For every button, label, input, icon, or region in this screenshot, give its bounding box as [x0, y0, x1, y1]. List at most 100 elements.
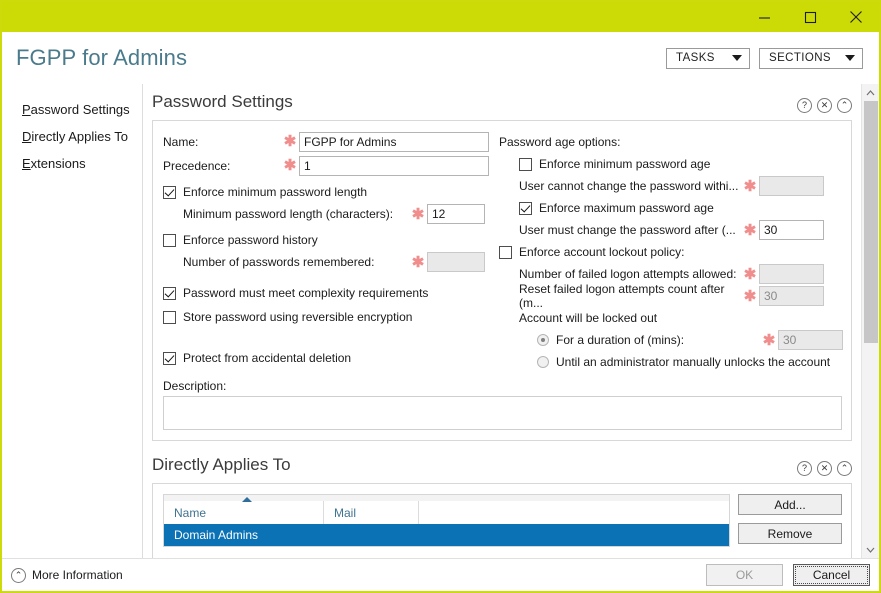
max-age-label: User must change the password after (...	[519, 223, 736, 237]
sort-ascending-icon	[242, 497, 252, 502]
add-button[interactable]: Add...	[738, 494, 842, 515]
required-asterisk-icon: ✱	[743, 177, 757, 195]
more-information-button[interactable]: ⌃ More Information	[2, 567, 123, 583]
tasks-dropdown-button[interactable]: TASKS	[666, 47, 750, 69]
until-admin-radio-row[interactable]: Until an administrator manually unlocks …	[499, 351, 843, 373]
name-label: Name:	[163, 134, 199, 149]
title-bar	[2, 2, 879, 32]
sidebar-item-accel: D	[22, 129, 32, 144]
enforce-max-age-label: Enforce maximum password age	[539, 201, 714, 215]
precedence-label: Precedence:	[163, 158, 231, 173]
maximize-icon[interactable]	[787, 2, 833, 32]
collapse-icon[interactable]: ⌃	[837, 98, 852, 113]
min-length-input[interactable]: 12	[427, 204, 485, 224]
sidebar-item-label: assword Settings	[30, 102, 130, 117]
tasks-label: TASKS	[676, 52, 715, 64]
vertical-scrollbar[interactable]	[861, 84, 879, 558]
required-asterisk-icon: ✱	[283, 133, 297, 150]
name-input[interactable]: FGPP for Admins	[299, 131, 489, 152]
remove-button[interactable]: Remove	[738, 523, 842, 544]
column-header-label: Name	[174, 505, 207, 520]
enforce-min-length-row[interactable]: Enforce minimum password length	[163, 181, 490, 203]
precedence-row: Precedence: ✱ 1	[163, 155, 490, 176]
scrollbar-track[interactable]	[862, 101, 879, 541]
reset-count-input: 30	[759, 286, 824, 306]
chevron-down-icon	[845, 55, 855, 61]
column-header-name[interactable]: Name	[164, 497, 324, 524]
description-input[interactable]	[163, 396, 842, 430]
table-row[interactable]: Domain Admins	[164, 524, 729, 546]
checkbox-icon[interactable]	[163, 286, 176, 300]
collapse-icon: ⌃	[11, 567, 26, 583]
applies-to-grid: Name Mail Domain Admins	[163, 497, 730, 547]
scrollbar-thumb[interactable]	[864, 101, 878, 343]
scroll-down-icon[interactable]	[862, 541, 879, 558]
checkbox-icon[interactable]	[163, 233, 176, 247]
sidebar: Password Settings Directly Applies To Ex…	[2, 84, 143, 558]
radio-icon[interactable]	[537, 334, 549, 346]
footer-bar: ⌃ More Information OK Cancel	[2, 558, 879, 591]
checkbox-icon[interactable]	[519, 157, 532, 171]
enforce-history-row[interactable]: Enforce password history	[163, 229, 490, 251]
max-age-input[interactable]: 30	[759, 220, 824, 240]
required-asterisk-icon: ✱	[743, 265, 757, 283]
directly-applies-to-panel: Name Mail Domain Admins Add... Remove	[152, 483, 852, 558]
help-icon[interactable]: ?	[797, 98, 812, 113]
enforce-min-age-row[interactable]: Enforce minimum password age	[499, 153, 843, 175]
complexity-row[interactable]: Password must meet complexity requiremen…	[163, 282, 490, 304]
scroll-up-icon[interactable]	[862, 84, 879, 101]
history-count-label: Number of passwords remembered:	[183, 255, 375, 269]
cancel-button[interactable]: Cancel	[793, 564, 870, 586]
sections-label: SECTIONS	[769, 52, 831, 64]
close-icon[interactable]: ✕	[817, 98, 832, 113]
sidebar-item-accel: P	[22, 102, 31, 117]
section-title: Password Settings	[152, 92, 293, 111]
chevron-down-icon	[732, 55, 742, 61]
ok-button[interactable]: OK	[706, 564, 783, 586]
close-icon[interactable]	[833, 2, 879, 32]
password-settings-right-column: Password age options: Enforce minimum pa…	[490, 131, 851, 373]
protect-deletion-row[interactable]: Protect from accidental deletion	[163, 347, 490, 369]
history-count-input	[427, 252, 485, 272]
content-area: Password Settings ? ✕ ⌃ Name: ✱ FGPP for…	[144, 84, 860, 558]
checkbox-icon[interactable]	[499, 245, 512, 259]
locked-out-row: Account will be locked out	[499, 307, 843, 329]
enforce-max-age-row[interactable]: Enforce maximum password age	[499, 197, 843, 219]
checkbox-icon[interactable]	[163, 310, 176, 324]
history-count-row: Number of passwords remembered: ✱	[163, 251, 490, 273]
min-age-row: User cannot change the password withi...…	[499, 175, 843, 197]
reversible-encryption-row[interactable]: Store password using reversible encrypti…	[163, 306, 490, 328]
radio-icon[interactable]	[537, 356, 549, 368]
minimize-icon[interactable]	[741, 2, 787, 32]
duration-radio-row[interactable]: For a duration of (mins): ✱ 30	[499, 329, 843, 351]
checkbox-icon[interactable]	[163, 185, 176, 199]
duration-input: 30	[778, 330, 843, 350]
section-icons: ? ✕ ⌃	[797, 92, 852, 113]
locked-out-label: Account will be locked out	[519, 311, 658, 325]
lockout-policy-row[interactable]: Enforce account lockout policy:	[499, 241, 843, 263]
enforce-min-age-label: Enforce minimum password age	[539, 157, 711, 171]
complexity-label: Password must meet complexity requiremen…	[183, 286, 429, 300]
footer-buttons: OK Cancel	[706, 564, 870, 586]
sidebar-item-label: xtensions	[30, 156, 86, 171]
sidebar-item-password-settings[interactable]: Password Settings	[2, 96, 142, 123]
help-icon[interactable]: ?	[797, 461, 812, 476]
sidebar-item-extensions[interactable]: Extensions	[2, 150, 142, 177]
duration-radio-label: For a duration of (mins):	[556, 333, 685, 347]
name-row: Name: ✱ FGPP for Admins	[163, 131, 490, 152]
column-header-mail[interactable]: Mail	[324, 501, 419, 524]
sidebar-item-label: irectly Applies To	[31, 129, 128, 144]
column-header-blank[interactable]	[419, 501, 729, 524]
description-label: Description:	[163, 379, 227, 393]
sections-dropdown-button[interactable]: SECTIONS	[759, 47, 863, 69]
enforce-history-label: Enforce password history	[183, 233, 318, 247]
fgpp-properties-window: FGPP for Admins TASKS SECTIONS Password …	[0, 0, 881, 593]
precedence-input[interactable]: 1	[299, 155, 489, 176]
sidebar-item-directly-applies-to[interactable]: Directly Applies To	[2, 123, 142, 150]
close-icon[interactable]: ✕	[817, 461, 832, 476]
password-settings-panel: Name: ✱ FGPP for Admins Precedence: ✱ 1 …	[152, 120, 852, 441]
header-actions: TASKS SECTIONS	[666, 47, 863, 69]
collapse-icon[interactable]: ⌃	[837, 461, 852, 476]
checkbox-icon[interactable]	[519, 201, 532, 215]
checkbox-icon[interactable]	[163, 351, 176, 365]
